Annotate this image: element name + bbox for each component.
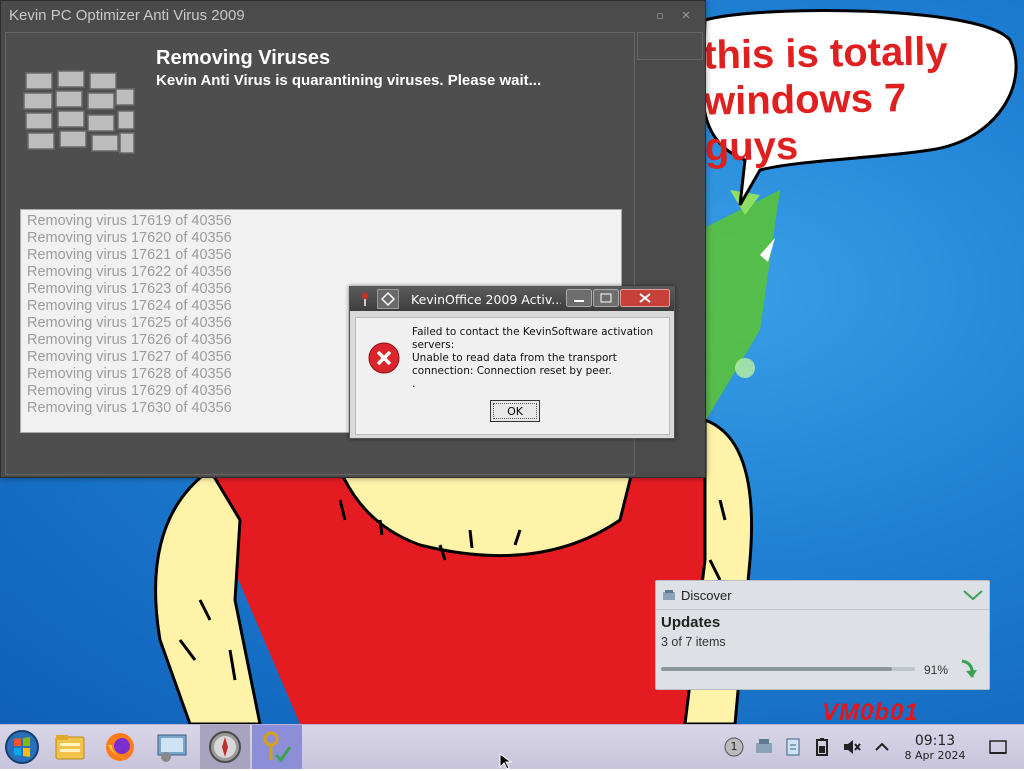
mouse-cursor-icon [499, 753, 513, 770]
taskbar: 1 09:13 8 Apr 2024 [0, 724, 1024, 770]
tray-expand-chevron-icon[interactable] [872, 737, 892, 757]
start-menu-icon[interactable] [2, 727, 42, 767]
antivirus-window-title: Kevin PC Optimizer Anti Virus 2009 [9, 7, 245, 24]
maximize-icon[interactable]: ▫ [653, 9, 667, 23]
antivirus-heading: Removing Viruses [156, 47, 331, 69]
firewall-brick-icon [23, 70, 135, 154]
antivirus-titlebar[interactable]: Kevin PC Optimizer Anti Virus 2009 ▫ ✕ [1, 1, 705, 31]
battery-tray-icon[interactable] [812, 737, 832, 757]
collapse-chevron-icon[interactable] [962, 588, 984, 602]
notification-title: Updates [661, 614, 721, 631]
clock-time[interactable]: 09:13 [890, 733, 980, 749]
notification-app-name: Discover [681, 588, 732, 603]
log-line: Removing virus 17620 of 40356 [27, 230, 232, 246]
ok-button[interactable]: OK [490, 400, 540, 422]
volume-muted-icon[interactable] [842, 737, 862, 757]
discover-app-icon [663, 590, 675, 600]
dialog-body: Failed to contact the KevinSoftware acti… [355, 317, 670, 435]
log-line: Removing virus 17619 of 40356 [27, 213, 232, 229]
error-icon [368, 342, 400, 374]
notification-count: 1 [730, 740, 738, 753]
file-manager-icon[interactable] [50, 727, 90, 767]
update-notification[interactable]: Discover Updates 3 of 7 items 91% [655, 580, 990, 690]
notification-header: Discover [656, 581, 989, 610]
system-settings-icon[interactable] [152, 727, 192, 767]
close-icon[interactable] [620, 289, 670, 307]
log-line: Removing virus 17621 of 40356 [27, 247, 232, 263]
notification-text: 3 of 7 items [661, 635, 726, 649]
window-menu-icon[interactable] [377, 289, 399, 309]
log-line: Removing virus 17622 of 40356 [27, 264, 232, 280]
clipboard-tray-icon[interactable] [783, 737, 803, 757]
antivirus-side-panel [637, 32, 703, 60]
update-arrow-icon [961, 659, 977, 678]
antivirus-subheading: Kevin Anti Virus is quarantining viruses… [156, 72, 542, 89]
dialog-titlebar[interactable]: KevinOffice 2009 Activ... [350, 287, 674, 311]
error-message: Failed to contact the KevinSoftware acti… [412, 326, 654, 390]
update-progress-bar [661, 667, 915, 671]
key-check-icon[interactable] [256, 727, 296, 767]
pin-icon[interactable] [359, 292, 371, 306]
compass-app-icon[interactable] [205, 727, 245, 767]
activation-error-dialog[interactable]: KevinOffice 2009 Activ... Failed to cont… [349, 286, 675, 439]
artist-signature: VM0b01 [822, 699, 919, 725]
discover-tray-icon[interactable] [754, 737, 774, 757]
speech-bubble-text: this is totally windows 7 guys [702, 29, 949, 170]
firefox-icon[interactable] [100, 727, 140, 767]
update-progress-fill [661, 667, 893, 671]
show-desktop-icon[interactable] [988, 737, 1008, 757]
maximize-icon[interactable] [593, 289, 619, 307]
minimize-icon[interactable] [566, 289, 592, 307]
update-progress-percent: 91% [924, 663, 949, 677]
dialog-title: KevinOffice 2009 Activ... [411, 292, 561, 307]
close-icon[interactable]: ✕ [679, 9, 693, 23]
clock-date[interactable]: 8 Apr 2024 [890, 749, 980, 762]
